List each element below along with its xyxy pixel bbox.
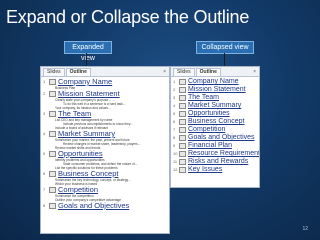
slide-icon bbox=[179, 151, 186, 157]
outline-slide-row[interactable]: 9 Financial Plan bbox=[173, 142, 259, 150]
slide-title-text[interactable]: Goals and Objectives bbox=[188, 134, 255, 142]
outline-slide-row[interactable]: 5 Opportunities bbox=[43, 150, 169, 158]
close-pane-icon[interactable]: × bbox=[163, 69, 166, 76]
slide-title-text[interactable]: Market Summary bbox=[188, 102, 241, 110]
slide-icon bbox=[179, 135, 186, 141]
slide-title-text[interactable]: Financial Plan bbox=[188, 142, 232, 150]
slide-icon bbox=[49, 187, 56, 193]
outline-slide-row[interactable]: 4 Market Summary bbox=[43, 130, 169, 138]
outline-slide-row[interactable]: 10 Resource Requirements bbox=[173, 150, 259, 158]
slide-title: Expand or Collapse the Outline bbox=[6, 7, 250, 27]
slide-icon bbox=[179, 159, 186, 165]
close-pane-icon[interactable]: × bbox=[253, 69, 256, 76]
outline-slide-row[interactable]: 2 Mission Statement bbox=[43, 90, 169, 98]
slide-icon bbox=[49, 131, 56, 137]
slide-title-text[interactable]: Goals and Objectives bbox=[58, 202, 129, 210]
outline-slide-row[interactable]: 8 Goals and Objectives bbox=[43, 202, 169, 210]
slide-title-text[interactable]: Market Summary bbox=[58, 130, 115, 138]
slide-title-text[interactable]: The Team bbox=[188, 94, 219, 102]
slide-icon bbox=[179, 127, 186, 133]
outline-slide-row[interactable]: 4 Market Summary bbox=[173, 102, 259, 110]
page-number: 12 bbox=[302, 226, 308, 232]
outline-slide-row[interactable]: 6 Business Concept bbox=[173, 118, 259, 126]
outline-pane-tabs: Slides Outline × bbox=[171, 67, 259, 77]
slide-title-text[interactable]: Mission Statement bbox=[58, 90, 120, 98]
expanded-outline-pane: Slides Outline × 1 Company Name Business P… bbox=[40, 66, 170, 234]
slide-icon bbox=[49, 111, 56, 117]
slide-icon bbox=[179, 103, 186, 109]
slide-icon bbox=[49, 171, 56, 177]
slide-title-text[interactable]: Mission Statement bbox=[188, 86, 246, 94]
slide-icon bbox=[179, 79, 186, 85]
slide-icon bbox=[179, 119, 186, 125]
slide-title-text[interactable]: Company Name bbox=[188, 78, 239, 86]
expanded-outline-list: 1 Company Name Business Plan 2 Mission State… bbox=[41, 77, 169, 210]
slide-title-text[interactable]: Resource Requirements bbox=[188, 150, 259, 158]
slide-icon bbox=[179, 111, 186, 117]
outline-slide-row[interactable]: 1 Company Name bbox=[43, 78, 169, 86]
tab-outline[interactable]: Outline bbox=[195, 68, 221, 76]
outline-slide-row[interactable]: 7 Competition bbox=[43, 186, 169, 194]
collapsed-view-callout: Collapsed view bbox=[196, 41, 254, 54]
outline-slide-row[interactable]: 12 Key Issues bbox=[173, 166, 259, 174]
outline-slide-row[interactable]: 11 Risks and Rewards bbox=[173, 158, 259, 166]
expanded-view-callout: Expanded view bbox=[64, 41, 112, 62]
slide-title-text[interactable]: Business Concept bbox=[188, 118, 244, 126]
outline-slide-row[interactable]: 6 Business Concept bbox=[43, 170, 169, 178]
outline-pane-tabs: Slides Outline × bbox=[41, 67, 169, 77]
slide-icon bbox=[179, 95, 186, 101]
slide-icon bbox=[179, 167, 186, 173]
outline-slide-row[interactable]: 3 The Team bbox=[43, 110, 169, 118]
slide-title-text[interactable]: Competition bbox=[188, 126, 225, 134]
tab-slides[interactable]: Slides bbox=[173, 68, 195, 76]
slide-title-text[interactable]: Company Name bbox=[58, 78, 112, 86]
slide-icon bbox=[49, 203, 56, 209]
outline-slide-row[interactable]: 2 Mission Statement bbox=[173, 86, 259, 94]
slide-icon bbox=[49, 91, 56, 97]
slide-title-text[interactable]: Competition bbox=[58, 186, 98, 194]
slide-title-text[interactable]: Opportunities bbox=[58, 150, 103, 158]
slide-icon bbox=[49, 79, 56, 85]
slide-icon bbox=[49, 151, 56, 157]
outline-slide-row[interactable]: 1 Company Name bbox=[173, 78, 259, 86]
slide-title-text[interactable]: Key Issues bbox=[188, 166, 222, 174]
slide-icon bbox=[179, 143, 186, 149]
tab-slides[interactable]: Slides bbox=[43, 68, 65, 76]
slide-title-text[interactable]: Risks and Rewards bbox=[188, 158, 248, 166]
slide-icon bbox=[179, 87, 186, 93]
outline-slide-row[interactable]: 5 Opportunities bbox=[173, 110, 259, 118]
slide-title-text[interactable]: Opportunities bbox=[188, 110, 230, 118]
tab-outline[interactable]: Outline bbox=[65, 68, 91, 76]
collapsed-outline-pane: Slides Outline × 1 Company Name 2 Mission S… bbox=[170, 66, 260, 188]
slide-title-text[interactable]: Business Concept bbox=[58, 170, 118, 178]
outline-slide-row[interactable]: 3 The Team bbox=[173, 94, 259, 102]
outline-slide-row[interactable]: 7 Competition bbox=[173, 126, 259, 134]
collapsed-outline-list: 1 Company Name 2 Mission Statement 3 The Team… bbox=[171, 77, 259, 174]
slide-title-text[interactable]: The Team bbox=[58, 110, 91, 118]
outline-slide-row[interactable]: 8 Goals and Objectives bbox=[173, 134, 259, 142]
